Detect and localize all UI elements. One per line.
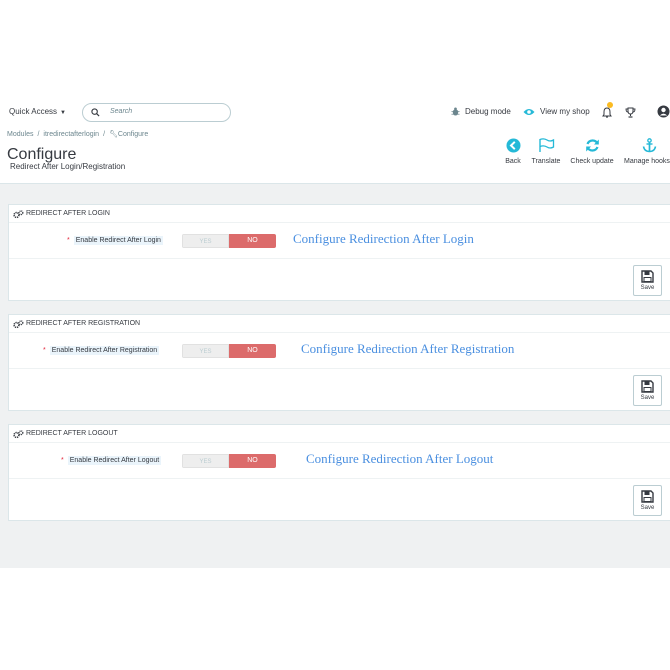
panel-title: REDIRECT AFTER LOGOUT	[26, 430, 118, 437]
debug-mode-link[interactable]: Debug mode	[451, 107, 511, 116]
eye-icon	[523, 108, 535, 115]
back-button[interactable]: Back	[502, 138, 524, 165]
redirect-registration-switch[interactable]: YES NO	[182, 344, 276, 358]
notifications-button[interactable]	[602, 102, 613, 123]
switch-no-option[interactable]: NO	[229, 454, 276, 468]
search-icon	[91, 108, 100, 117]
search-placeholder: Search	[110, 108, 133, 115]
bug-icon	[451, 107, 460, 116]
translate-label: Translate	[531, 158, 561, 165]
panel-body: * Enable Redirect After Login YES NO Conf…	[9, 223, 670, 259]
save-label: Save	[640, 395, 655, 401]
annotation-text: Configure Redirection After Login	[293, 231, 474, 246]
field-label-text: Enable Redirect After Login	[73, 236, 163, 245]
switch-no-option[interactable]: NO	[229, 344, 276, 358]
panel-body: * Enable Redirect After Registration YES …	[9, 333, 670, 369]
annotation-text: Configure Redirection After Logout	[306, 451, 494, 466]
page-header: Modules / itredirectafterlogin / 🔧︎Configure…	[0, 129, 670, 184]
admin-app: Quick Access ▼ Search Debug mode View my …	[0, 95, 670, 568]
page-subtitle: Redirect After Login/Registration	[10, 162, 126, 171]
view-my-shop-link[interactable]: View my shop	[523, 107, 590, 116]
notification-badge	[607, 102, 613, 108]
check-update-label: Check update	[570, 158, 614, 165]
panel-title: REDIRECT AFTER REGISTRATION	[26, 320, 141, 327]
field-label-text: Enable Redirect After Registration	[49, 346, 160, 355]
switch-no-option[interactable]: NO	[229, 234, 276, 248]
panel-heading: REDIRECT AFTER REGISTRATION	[9, 315, 670, 333]
field-label: * Enable Redirect After Registration	[43, 346, 160, 355]
check-update-button[interactable]: Check update	[568, 138, 616, 165]
user-icon	[657, 105, 670, 118]
bell-icon	[602, 107, 612, 118]
trophy-button[interactable]	[625, 105, 636, 123]
switch-yes-option[interactable]: YES	[182, 454, 229, 468]
redirect-login-panel: REDIRECT AFTER LOGIN * Enable Redirect Af…	[8, 204, 670, 301]
redirect-logout-switch[interactable]: YES NO	[182, 454, 276, 468]
flag-icon	[538, 138, 554, 152]
field-label-text: Enable Redirect After Logout	[67, 456, 162, 465]
refresh-icon	[585, 139, 599, 152]
redirect-login-switch[interactable]: YES NO	[182, 234, 276, 248]
switch-yes-option[interactable]: YES	[182, 344, 229, 358]
quick-access-label: Quick Access	[9, 107, 58, 116]
redirect-registration-panel: REDIRECT AFTER REGISTRATION * Enable Redi…	[8, 314, 670, 411]
cogs-icon	[13, 320, 24, 329]
breadcrumb-module[interactable]: itredirectafterlogin	[43, 131, 99, 138]
required-marker: *	[67, 237, 70, 244]
cogs-icon	[13, 210, 24, 219]
panel-heading: REDIRECT AFTER LOGIN	[9, 205, 670, 223]
translate-button[interactable]: Translate	[529, 138, 563, 165]
view-my-shop-label: View my shop	[540, 107, 590, 116]
search-input[interactable]: Search	[82, 103, 231, 122]
back-label: Back	[505, 158, 521, 165]
save-label: Save	[640, 285, 655, 291]
panel-heading: REDIRECT AFTER LOGOUT	[9, 425, 670, 443]
panel-body: * Enable Redirect After Logout YES NO Con…	[9, 443, 670, 479]
switch-yes-option[interactable]: YES	[182, 234, 229, 248]
redirect-logout-panel: REDIRECT AFTER LOGOUT * Enable Redirect A…	[8, 424, 670, 521]
quick-access-dropdown[interactable]: Quick Access ▼	[9, 107, 66, 116]
save-button[interactable]: Save	[633, 375, 662, 406]
floppy-disk-icon	[641, 270, 654, 283]
back-circle-icon	[506, 138, 520, 153]
breadcrumb-configure: Configure	[117, 131, 149, 138]
caret-down-icon: ▼	[60, 110, 66, 116]
trophy-icon	[625, 107, 636, 118]
save-label: Save	[640, 505, 655, 511]
required-marker: *	[43, 347, 46, 354]
breadcrumb-modules[interactable]: Modules	[7, 131, 33, 138]
anchor-icon	[642, 138, 657, 153]
panel-title: REDIRECT AFTER LOGIN	[26, 210, 110, 217]
breadcrumb: Modules / itredirectafterlogin / 🔧︎Configure	[7, 131, 149, 138]
save-button[interactable]: Save	[633, 485, 662, 516]
field-label: * Enable Redirect After Logout	[61, 456, 162, 465]
wrench-icon: 🔧︎	[109, 131, 118, 138]
required-marker: *	[61, 457, 64, 464]
floppy-disk-icon	[641, 380, 654, 393]
cogs-icon	[13, 430, 24, 439]
debug-mode-label: Debug mode	[465, 107, 511, 116]
manage-hooks-button[interactable]: Manage hooks	[622, 138, 670, 165]
top-bar: Quick Access ▼ Search Debug mode View my …	[0, 95, 670, 129]
save-button[interactable]: Save	[633, 265, 662, 296]
annotation-text: Configure Redirection After Registration	[301, 341, 515, 356]
user-menu-button[interactable]	[657, 105, 670, 123]
floppy-disk-icon	[641, 490, 654, 503]
manage-hooks-label: Manage hooks	[624, 158, 670, 165]
field-label: * Enable Redirect After Login	[67, 236, 163, 245]
